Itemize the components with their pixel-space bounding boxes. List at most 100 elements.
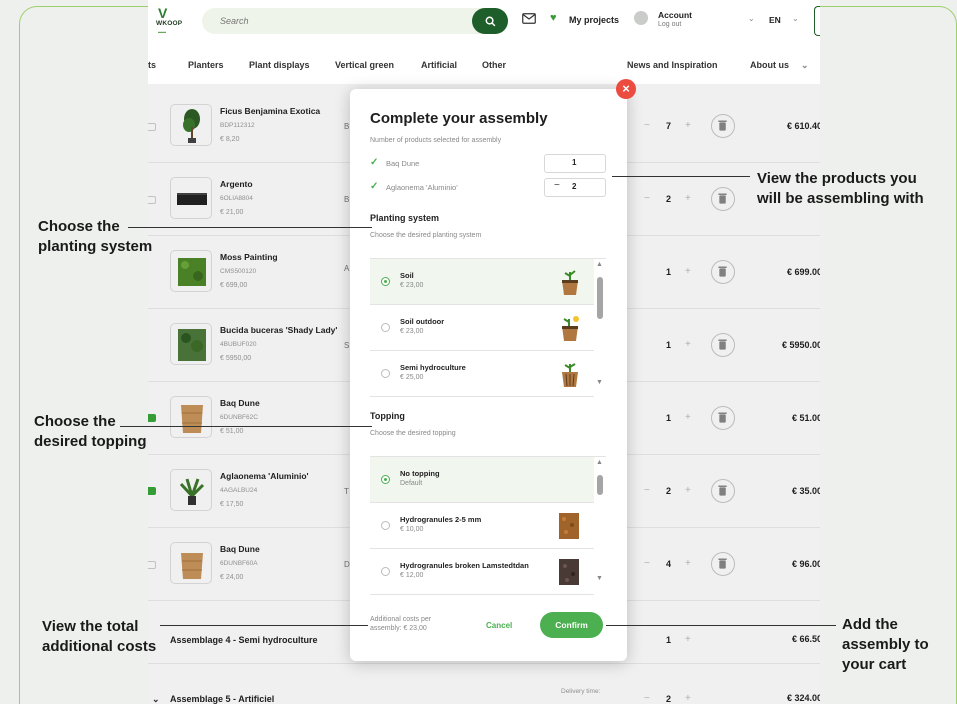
cart-button-edge[interactable] — [814, 6, 820, 36]
topping-heading: Topping — [370, 411, 405, 421]
planting-option-soil[interactable]: Soil € 23,00 — [370, 259, 594, 305]
annotation-line-1: View the products you — [757, 170, 917, 187]
option-price: € 10,00 — [400, 526, 424, 533]
search-button[interactable] — [472, 8, 508, 34]
hydrogranules-swatch-icon — [559, 513, 579, 539]
chevron-down-icon[interactable]: ⌄ — [748, 14, 755, 23]
planting-options-list: Soil € 23,00 Soil outdoor € 23,00 Semi h… — [370, 258, 606, 397]
annotation-line-planting — [128, 227, 372, 228]
modal-subtitle: Number of products selected for assembly — [370, 137, 502, 144]
topping-subheading: Choose the desired topping — [370, 430, 456, 437]
annotation-costs: View the total additional costs — [42, 617, 156, 657]
option-name: Semi hydroculture — [400, 363, 466, 372]
semi-hydro-pot-icon — [562, 363, 578, 387]
scroll-up-icon[interactable]: ▲ — [596, 261, 603, 268]
annotation-line-topping — [120, 426, 372, 427]
annotation-line-cart — [606, 625, 836, 626]
logo-subtext-icon: ▬▬ — [158, 29, 166, 34]
planting-system-subheading: Choose the desired planting system — [370, 232, 482, 239]
option-name: Hydrogranules broken Lamstedtdan — [400, 561, 529, 570]
radio-button[interactable] — [381, 567, 390, 576]
logout-link[interactable]: Log out — [658, 21, 681, 28]
topping-options-list: No topping Default Hydrogranules 2-5 mm … — [370, 456, 606, 595]
planting-option-semi-hydroculture[interactable]: Semi hydroculture € 25,00 — [370, 351, 594, 397]
planting-option-soil-outdoor[interactable]: Soil outdoor € 23,00 — [370, 305, 594, 351]
additional-costs-text: Additional costs per assembly: € 23,00 — [370, 616, 432, 632]
annotation-line-2: planting system — [38, 238, 153, 255]
annotation-line-2: desired topping — [34, 433, 147, 450]
annotation-cart: Add the assembly to your cart — [842, 615, 929, 675]
nav-item-plant-displays[interactable]: Plant displays — [249, 60, 310, 70]
option-name: Hydrogranules 2-5 mm — [400, 515, 482, 524]
nav-item-vertical-green[interactable]: Vertical green — [335, 60, 394, 70]
logo-mark-icon: V — [158, 5, 168, 21]
planting-system-heading: Planting system — [370, 213, 440, 223]
nav-item-other[interactable]: Other — [482, 60, 506, 70]
radio-button[interactable] — [381, 323, 390, 332]
nav-item-news[interactable]: News and Inspiration — [627, 60, 718, 70]
annotation-topping: Choose the desired topping — [34, 412, 147, 452]
option-price: Default — [400, 480, 423, 487]
selected-product-qty[interactable]: − 2 — [544, 178, 606, 197]
qty-value[interactable]: 2 — [572, 182, 576, 191]
annotation-line-2: will be assembling with — [757, 190, 924, 207]
radio-button[interactable] — [381, 277, 390, 286]
option-price: € 23,00 — [400, 282, 424, 289]
cancel-button[interactable]: Cancel — [486, 621, 512, 630]
check-icon: ✓ — [370, 181, 379, 192]
chevron-down-icon[interactable]: ⌄ — [792, 14, 799, 23]
confirm-button[interactable]: Confirm — [540, 612, 603, 638]
scroll-down-icon[interactable]: ▼ — [596, 575, 603, 582]
avatar[interactable] — [634, 11, 648, 25]
nav-item-planters[interactable]: Planters — [188, 60, 224, 70]
radio-button[interactable] — [381, 521, 390, 530]
nav-item-about-us[interactable]: About us — [750, 60, 789, 70]
mail-icon[interactable] — [522, 13, 536, 24]
option-name: Soil — [400, 271, 414, 280]
radio-button[interactable] — [381, 475, 390, 484]
scrollbar-thumb[interactable] — [597, 475, 603, 495]
qty-value[interactable]: 1 — [572, 158, 576, 167]
heart-icon[interactable]: ♥ — [550, 12, 557, 24]
annotation-line-1: Choose the — [34, 413, 116, 430]
soil-outdoor-pot-icon — [562, 316, 579, 341]
selected-product-name: Aglaonema 'Aluminio' — [386, 183, 458, 192]
option-price: € 25,00 — [400, 374, 424, 381]
topping-scrollbar[interactable]: ▲ ▼ — [595, 457, 604, 593]
screenshot-stage: V WKOOP ▬▬ ♥ My projects Account Log out… — [0, 0, 957, 704]
search-input[interactable] — [202, 8, 472, 34]
nav-item-artificial[interactable]: Artificial — [421, 60, 457, 70]
option-name: No topping — [400, 469, 440, 478]
radio-button[interactable] — [381, 369, 390, 378]
my-projects-link[interactable]: My projects — [569, 15, 619, 25]
annotation-line-costs — [160, 625, 368, 626]
assembly-modal: Complete your assembly Number of product… — [350, 89, 627, 661]
topping-option-hydrogranules-broken[interactable]: Hydrogranules broken Lamstedtdan € 12,00 — [370, 549, 594, 595]
nav-item-partial[interactable]: ts — [148, 60, 156, 70]
language-selector[interactable]: EN — [769, 15, 781, 25]
option-price: € 23,00 — [400, 328, 424, 335]
search-icon — [485, 16, 495, 26]
selected-product-qty[interactable]: 1 — [544, 154, 606, 173]
search-bar — [202, 8, 508, 34]
logo[interactable]: V WKOOP ▬▬ — [156, 5, 194, 35]
modal-title: Complete your assembly — [370, 110, 548, 127]
planting-scrollbar[interactable]: ▲ ▼ — [595, 259, 604, 397]
option-price: € 12,00 — [400, 572, 424, 579]
qty-decrease-button[interactable]: − — [554, 180, 560, 191]
annotation-line-2: additional costs — [42, 638, 157, 655]
annotation-line-1: Add the — [842, 616, 898, 633]
logo-text: WKOOP — [156, 20, 183, 27]
scroll-down-icon[interactable]: ▼ — [596, 379, 603, 386]
topping-option-none[interactable]: No topping Default — [370, 457, 594, 503]
scroll-up-icon[interactable]: ▲ — [596, 459, 603, 466]
topping-option-hydrogranules[interactable]: Hydrogranules 2-5 mm € 10,00 — [370, 503, 594, 549]
soil-pot-icon — [562, 270, 578, 295]
account-link[interactable]: Account — [658, 10, 692, 20]
close-icon[interactable]: × — [616, 79, 636, 99]
annotation-line-products — [612, 176, 750, 177]
chevron-down-icon[interactable]: ⌄ — [801, 60, 809, 71]
check-icon: ✓ — [370, 157, 379, 168]
annotation-line-1: View the total — [42, 618, 139, 635]
scrollbar-thumb[interactable] — [597, 277, 603, 319]
